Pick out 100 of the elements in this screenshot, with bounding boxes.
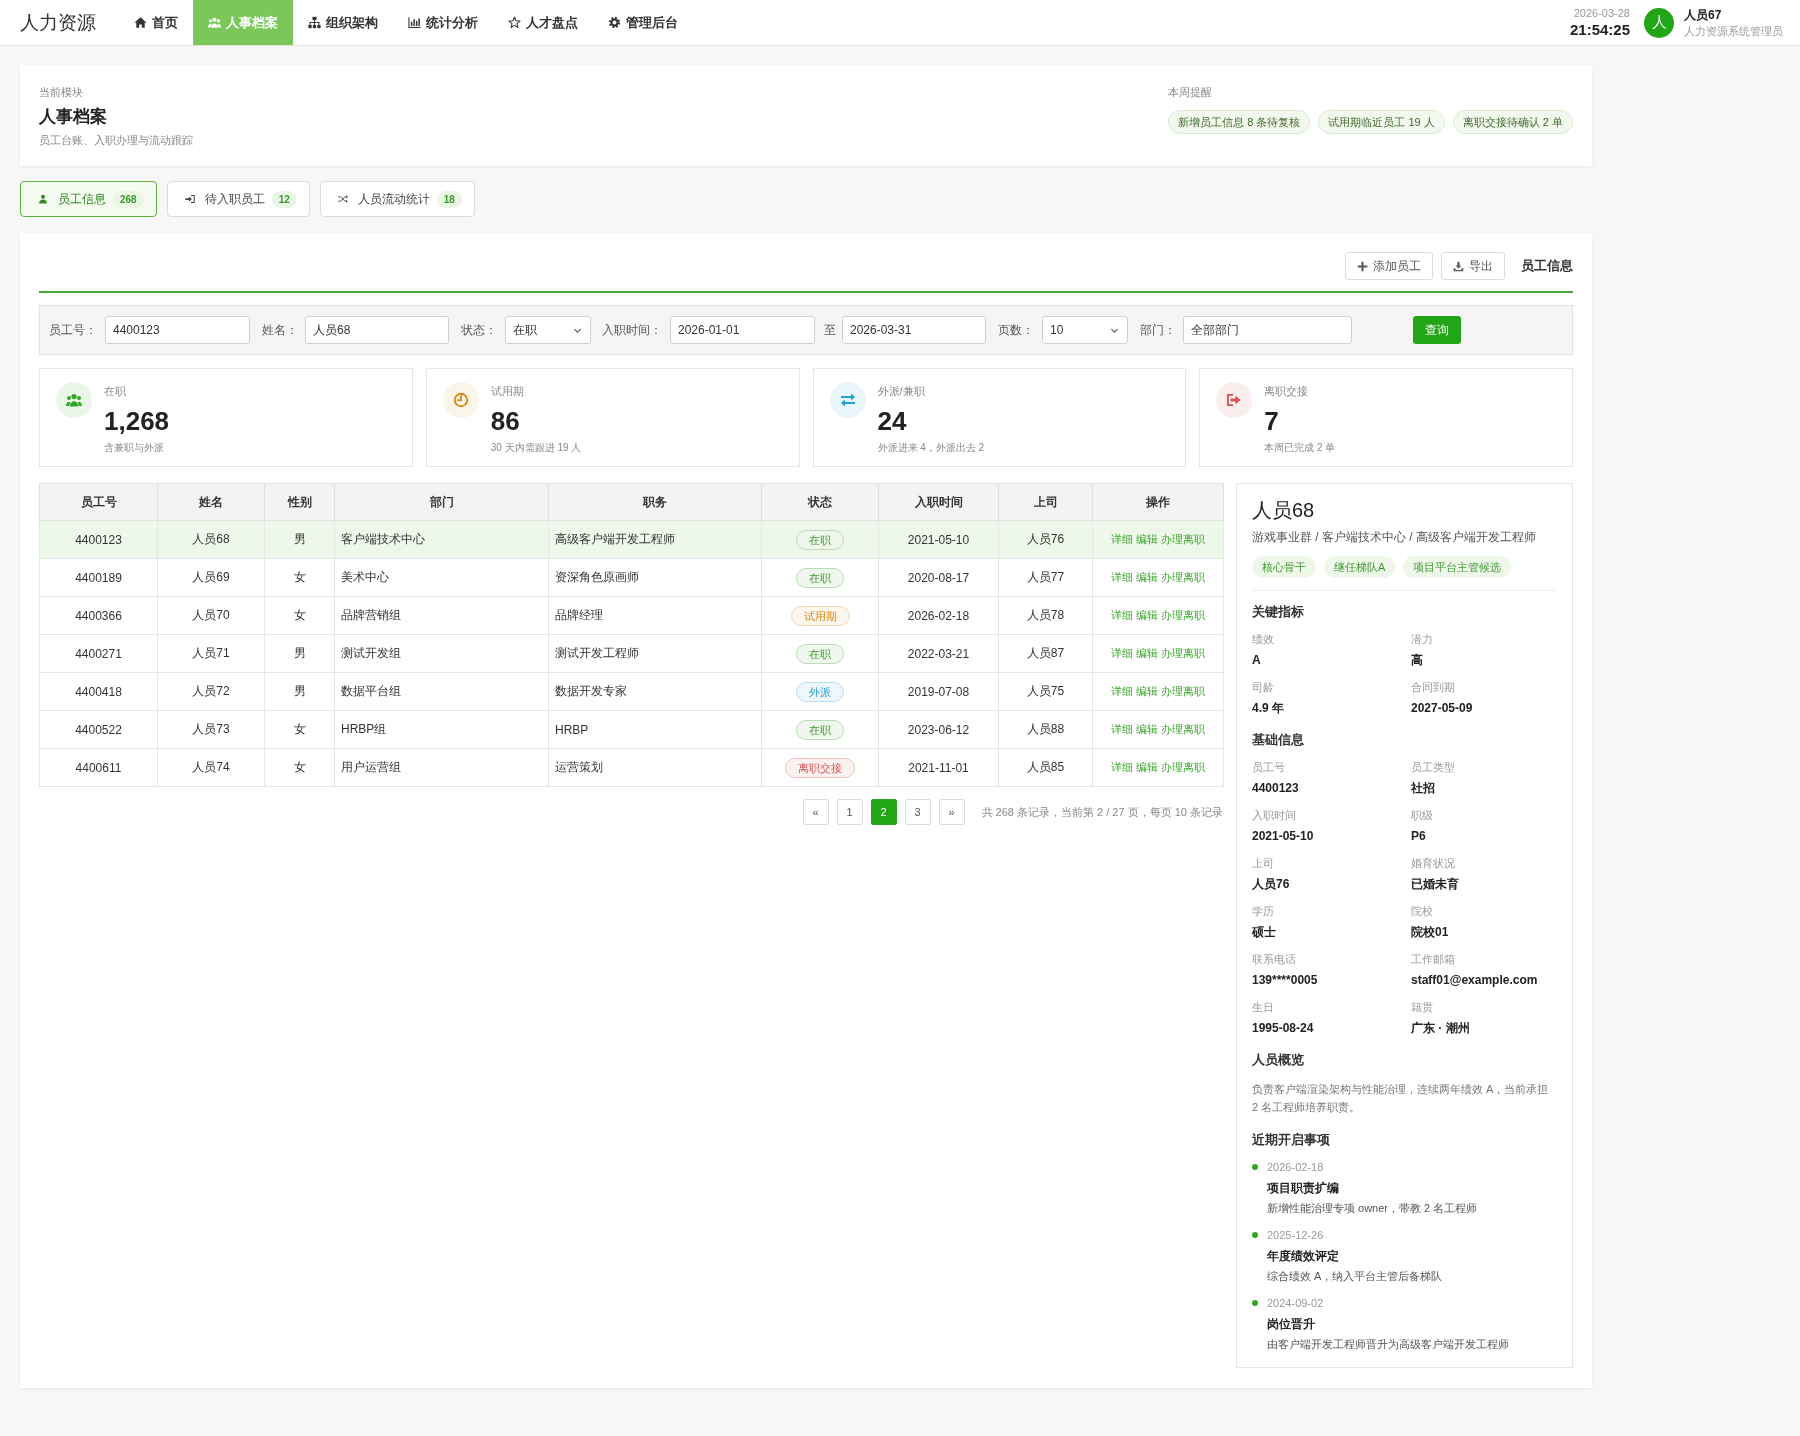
- table-cell: 4400123: [39, 520, 158, 559]
- previous-page-button[interactable]: «: [802, 799, 829, 825]
- nav-tab[interactable]: 管理后台: [593, 0, 693, 45]
- panel-title: 员工信息: [1521, 257, 1573, 275]
- employee-name: 人员68: [1252, 498, 1316, 523]
- stat-note: 30 天内需跟进 19 人: [490, 441, 582, 455]
- pagination-summary: 共 268 条记录，当前第 2 / 27 页，每页 10 条记录: [981, 804, 1223, 820]
- table-cell: 人员72: [157, 672, 265, 711]
- export-button[interactable]: 导出: [1441, 252, 1505, 280]
- section-title: 基础信息: [1252, 731, 1305, 749]
- event-date: 2025-12-26: [1267, 1228, 1325, 1243]
- table-cell: 4400418: [39, 672, 158, 711]
- section-title: 关键指标: [1252, 603, 1305, 621]
- table-cell: 运营策划: [548, 748, 762, 787]
- field-value: 139****0005: [1252, 972, 1319, 988]
- table-cell: 客户端技术中心: [334, 520, 549, 559]
- field-value: 硕士: [1252, 924, 1277, 940]
- table-cell: 测试开发组: [334, 634, 549, 673]
- tag-badge: 核心骨干: [1252, 556, 1316, 578]
- input-field[interactable]: 全部部门: [1183, 316, 1352, 344]
- table-cell: 2022-03-21: [878, 634, 999, 673]
- field-value: 院校01: [1411, 924, 1450, 940]
- stat-note: 本周已完成 2 单: [1264, 441, 1336, 455]
- select-field[interactable]: 10: [1042, 316, 1128, 344]
- table-cell: 4400189: [39, 558, 158, 597]
- table-cell: 品牌营销组: [334, 596, 549, 635]
- tag-badge: 项目平台主管候选: [1403, 556, 1512, 578]
- reminder-badge: 试用期临近员工 19 人: [1318, 110, 1445, 134]
- stat-label: 试用期: [490, 384, 525, 398]
- nav-tab[interactable]: 人才盘点: [493, 0, 593, 45]
- tag-badge: 继任梯队A: [1324, 556, 1396, 578]
- status-badge: 外派: [796, 681, 844, 702]
- shuffle-icon: [337, 194, 348, 204]
- table-cell: 人员88: [998, 710, 1093, 749]
- field-value: 4400123: [1252, 780, 1300, 796]
- stat-note: 外派进来 4，外派出去 2: [877, 441, 985, 455]
- field-label: 生日: [1252, 1000, 1275, 1015]
- stat-note: 含兼职与外派: [104, 441, 165, 455]
- next-page-button[interactable]: »: [938, 799, 965, 825]
- input-field[interactable]: 人员68: [305, 316, 449, 344]
- timeline-dot-icon: [1252, 1164, 1258, 1170]
- field-label: 工作邮箱: [1411, 952, 1456, 967]
- module-caption: 当前模块: [39, 85, 83, 99]
- field-value: P6: [1411, 828, 1427, 844]
- status-badge: 在职: [796, 719, 844, 740]
- column-header: 员工号: [39, 483, 158, 521]
- field-value: 4.9 年: [1252, 700, 1285, 716]
- column-header: 上司: [998, 483, 1093, 521]
- field-label: 员工号: [1252, 760, 1286, 775]
- reminders-caption: 本周提醒: [1168, 85, 1213, 99]
- filter-label: 入职时间：: [602, 321, 662, 339]
- field-label: 合同到期: [1411, 680, 1456, 695]
- table-cell: 4400522: [39, 710, 158, 749]
- nav-tab[interactable]: 首页: [119, 0, 193, 45]
- input-field[interactable]: 2026-01-01: [670, 316, 815, 344]
- stat-value: 24: [877, 406, 908, 436]
- field-value: 人员76: [1252, 876, 1291, 892]
- status-badge: 离职交接: [785, 757, 855, 778]
- status-badge: 试用期: [790, 605, 850, 626]
- table-cell: HRBP组: [334, 710, 549, 749]
- nav-tab[interactable]: 组织架构: [293, 0, 393, 45]
- status-badge: 在职: [796, 529, 844, 550]
- section-tab[interactable]: 待入职员工 12: [166, 181, 310, 217]
- table-cell: 人员73: [157, 710, 265, 749]
- nav-tab[interactable]: 统计分析: [393, 0, 493, 45]
- column-header: 状态: [761, 483, 879, 521]
- timeline-dot-icon: [1252, 1232, 1258, 1238]
- input-field[interactable]: 4400123: [105, 316, 250, 344]
- field-value: A: [1252, 652, 1262, 668]
- field-label: 籍贯: [1411, 1000, 1434, 1015]
- table-cell: 2021-11-01: [878, 748, 999, 787]
- table-cell: 人员85: [998, 748, 1093, 787]
- select-field[interactable]: 在职: [505, 316, 591, 344]
- field-label: 入职时间: [1252, 808, 1297, 823]
- app-logo: 人力资源: [20, 11, 96, 35]
- field-label: 学历: [1252, 904, 1275, 919]
- module-subtitle: 员工台账、入职办理与流动跟踪: [39, 133, 193, 147]
- org-path: 游戏事业群 / 客户端技术中心 / 高级客户端开发工程师: [1252, 529, 1537, 545]
- event-description: 由客户端开发工程师晋升为高级客户端开发工程师: [1267, 1337, 1510, 1352]
- home-icon: [134, 16, 147, 29]
- page-button[interactable]: 3: [904, 799, 931, 825]
- stat-label: 在职: [104, 384, 127, 398]
- count-badge: 18: [436, 190, 462, 208]
- current-time: 21:54:25: [1569, 19, 1630, 40]
- section-tab[interactable]: 员工信息 268: [20, 181, 157, 217]
- input-field[interactable]: 2026-03-31: [842, 316, 986, 344]
- table-cell: 女: [264, 558, 335, 597]
- filter-label: 姓名：: [262, 321, 298, 339]
- page-button[interactable]: 1: [836, 799, 863, 825]
- filter-label: 页数：: [998, 321, 1034, 339]
- event-description: 综合绩效 A，纳入平台主管后备梯队: [1267, 1269, 1444, 1284]
- table-cell: 人员71: [157, 634, 265, 673]
- section-tab[interactable]: 人员流动统计 18: [319, 181, 475, 217]
- stat-label: 离职交接: [1264, 384, 1310, 398]
- table-cell: 4400611: [39, 748, 158, 787]
- table-cell: HRBP: [548, 710, 762, 749]
- add-employee-button[interactable]: 添加员工: [1345, 252, 1433, 280]
- event-title: 项目职责扩编: [1267, 1180, 1340, 1197]
- field-label: 联系电话: [1252, 952, 1297, 967]
- event-title: 年度绩效评定: [1267, 1248, 1340, 1265]
